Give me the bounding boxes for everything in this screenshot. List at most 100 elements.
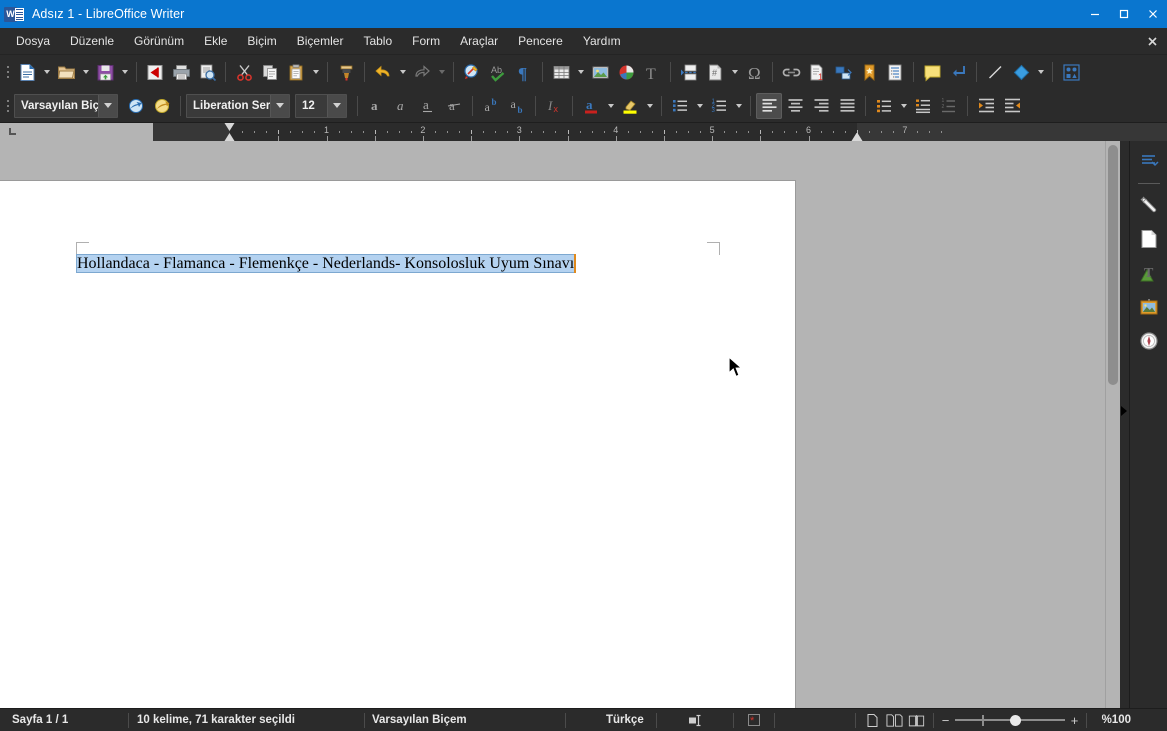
- tab-stop-left-icon[interactable]: [0, 123, 153, 141]
- clear-formatting-icon[interactable]: Ix: [541, 93, 567, 119]
- paragraph-style-combobox[interactable]: Varsayılan Biçem: [14, 93, 118, 118]
- page-icon[interactable]: [1134, 224, 1164, 254]
- status-page[interactable]: Sayfa 1 / 1: [0, 709, 128, 731]
- update-style-icon[interactable]: [123, 93, 149, 119]
- subscript-icon[interactable]: ab: [504, 93, 530, 119]
- highlighting-color-icon[interactable]: [617, 93, 643, 119]
- font-size-dropdown-icon[interactable]: [327, 94, 346, 117]
- italic-icon[interactable]: a: [389, 93, 415, 119]
- set-line-spacing-icon[interactable]: 12: [936, 93, 962, 119]
- basic-shapes-icon[interactable]: [1008, 59, 1034, 85]
- zoom-slider-knob[interactable]: [1010, 714, 1021, 726]
- minimize-icon[interactable]: [1080, 0, 1109, 28]
- menu-yardim[interactable]: Yardım: [573, 30, 631, 53]
- align-justified-icon[interactable]: [834, 93, 860, 119]
- font-color-icon[interactable]: a: [578, 93, 604, 119]
- document-paragraph[interactable]: Hollandaca - Flamanca - Flemenkçe - Nede…: [75, 254, 577, 274]
- decrease-indent-icon[interactable]: [999, 93, 1025, 119]
- insert-comment-icon[interactable]: [919, 59, 945, 85]
- left-indent-marker[interactable]: [224, 123, 236, 141]
- unordered-list-icon[interactable]: [667, 93, 693, 119]
- styles-icon[interactable]: T: [1134, 258, 1164, 288]
- new-style-icon[interactable]: [149, 93, 175, 119]
- increase-indent-icon[interactable]: [973, 93, 999, 119]
- underline-icon[interactable]: a: [415, 93, 441, 119]
- right-indent-marker[interactable]: [851, 133, 863, 141]
- font-color-dropdown-icon[interactable]: [604, 93, 617, 119]
- zoom-in-button[interactable]: +: [1070, 713, 1079, 728]
- show-draw-functions-icon[interactable]: [1058, 59, 1084, 85]
- undo-dropdown-icon[interactable]: [396, 59, 409, 85]
- table-of-contents-icon[interactable]: [882, 59, 908, 85]
- bold-icon[interactable]: a: [363, 93, 389, 119]
- line-break-icon[interactable]: [945, 59, 971, 85]
- menu-duzenle[interactable]: Düzenle: [60, 30, 124, 53]
- ordered-list-icon[interactable]: 123: [706, 93, 732, 119]
- spelling-icon[interactable]: [459, 59, 485, 85]
- sidebar-expander-icon[interactable]: [1121, 406, 1127, 416]
- unordered-list-dropdown-icon[interactable]: [693, 93, 706, 119]
- zoom-slider-track[interactable]: [955, 714, 1065, 727]
- insert-chart-icon[interactable]: [613, 59, 639, 85]
- menu-bicemler[interactable]: Biçemler: [287, 30, 354, 53]
- open-file-dropdown-icon[interactable]: [79, 59, 92, 85]
- line-spacing-dropdown-icon[interactable]: [897, 93, 910, 119]
- clone-formatting-icon[interactable]: [333, 59, 359, 85]
- page-break-icon[interactable]: [676, 59, 702, 85]
- status-language[interactable]: Türkçe: [566, 709, 656, 731]
- ordered-list-dropdown-icon[interactable]: [732, 93, 745, 119]
- menu-bicim[interactable]: Biçim: [237, 30, 286, 53]
- print-preview-icon[interactable]: [194, 59, 220, 85]
- menu-tablo[interactable]: Tablo: [353, 30, 402, 53]
- navigator-icon[interactable]: [1134, 326, 1164, 356]
- single-page-view-icon[interactable]: [864, 712, 881, 729]
- selection-mode-icon[interactable]: [657, 709, 733, 731]
- paste-dropdown-icon[interactable]: [309, 59, 322, 85]
- new-document-dropdown-icon[interactable]: [40, 59, 53, 85]
- cut-icon[interactable]: [231, 59, 257, 85]
- basic-shapes-dropdown-icon[interactable]: [1034, 59, 1047, 85]
- zoom-level[interactable]: %100: [1087, 709, 1139, 731]
- align-right-icon[interactable]: [808, 93, 834, 119]
- scrollbar-thumb[interactable]: [1108, 145, 1118, 385]
- insert-footnote-icon[interactable]: 1: [804, 59, 830, 85]
- insert-text-box-icon[interactable]: T: [639, 59, 665, 85]
- toolbar-grip[interactable]: [3, 93, 12, 119]
- copy-icon[interactable]: [257, 59, 283, 85]
- formatting-marks-icon[interactable]: ¶: [511, 59, 537, 85]
- maximize-icon[interactable]: [1109, 0, 1138, 28]
- paragraph-spacing-icon[interactable]: [910, 93, 936, 119]
- insert-table-icon[interactable]: [548, 59, 574, 85]
- redo-dropdown-icon[interactable]: [435, 59, 448, 85]
- line-spacing-icon[interactable]: [871, 93, 897, 119]
- unsaved-changes-icon[interactable]: *: [734, 709, 774, 731]
- export-pdf-icon[interactable]: [142, 59, 168, 85]
- menu-pencere[interactable]: Pencere: [508, 30, 573, 53]
- zoom-out-button[interactable]: −: [941, 713, 950, 728]
- selected-text[interactable]: Hollandaca - Flamanca - Flemenkçe - Nede…: [75, 254, 576, 274]
- insert-bookmark-icon[interactable]: [856, 59, 882, 85]
- status-signature[interactable]: [775, 709, 855, 731]
- document-canvas[interactable]: Hollandaca - Flamanca - Flemenkçe - Nede…: [0, 141, 1105, 708]
- font-name-dropdown-icon[interactable]: [270, 94, 289, 117]
- save-dropdown-icon[interactable]: [118, 59, 131, 85]
- align-left-icon[interactable]: [756, 92, 782, 119]
- highlighting-color-dropdown-icon[interactable]: [643, 93, 656, 119]
- insert-cross-reference-icon[interactable]: [830, 59, 856, 85]
- undo-icon[interactable]: [370, 59, 396, 85]
- special-character-icon[interactable]: Ω: [741, 59, 767, 85]
- insert-field-icon[interactable]: #: [702, 59, 728, 85]
- document-page[interactable]: Hollandaca - Flamanca - Flemenkçe - Nede…: [0, 181, 795, 708]
- paste-icon[interactable]: [283, 59, 309, 85]
- font-size-combobox[interactable]: 12: [295, 93, 347, 118]
- insert-hyperlink-icon[interactable]: [778, 59, 804, 85]
- sidebar-expander-strip[interactable]: [1120, 141, 1129, 708]
- superscript-icon[interactable]: ab: [478, 93, 504, 119]
- sidebar-settings-icon[interactable]: [1134, 146, 1164, 176]
- paragraph-style-dropdown-icon[interactable]: [98, 94, 117, 117]
- book-view-icon[interactable]: [908, 712, 925, 729]
- status-page-style[interactable]: Varsayılan Biçem: [365, 709, 565, 731]
- horizontal-ruler[interactable]: 1 2 3 4 5 6 7: [153, 123, 1167, 141]
- insert-field-dropdown-icon[interactable]: [728, 59, 741, 85]
- print-icon[interactable]: [168, 59, 194, 85]
